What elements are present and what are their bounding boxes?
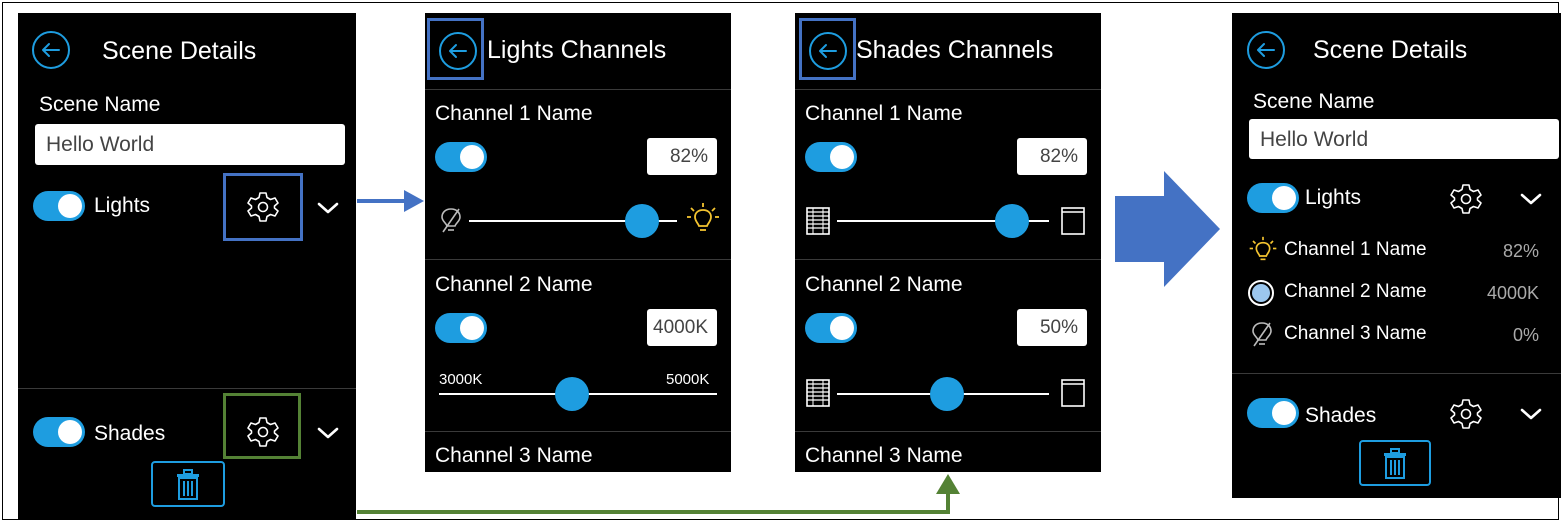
arrow-left-icon [1257,43,1275,57]
channel-toggle[interactable] [805,313,857,343]
page-title: Lights Channels [487,36,667,64]
scene-name-input[interactable]: Hello World [1249,119,1559,159]
channel-summary-value: 82% [1502,241,1539,261]
arrow-left-icon [42,43,60,57]
channel-summary-name: Channel 1 Name [1284,239,1427,260]
gear-icon[interactable] [1446,394,1486,434]
slider-min-label: 3000K [439,371,483,388]
delete-button[interactable] [151,461,225,507]
slider-max-label: 5000K [666,371,710,388]
channel-name: Channel 2 Name [435,273,593,296]
scene-details-panel: Scene Details Scene Name Hello World Lig… [18,13,356,520]
toggle-knob [1272,186,1296,210]
trash-icon [1384,448,1406,479]
scene-name-label: Scene Name [1253,90,1375,113]
divider [425,259,731,260]
lights-label: Lights [1305,186,1362,209]
shades-toggle[interactable] [33,417,85,447]
gear-icon[interactable] [1446,179,1486,219]
shades-label: Shades [94,422,166,445]
shade-open-icon [1061,207,1085,235]
shades-toggle[interactable] [1247,398,1299,428]
channel-toggle[interactable] [435,142,487,172]
channel-name: Channel 2 Name [805,273,963,296]
back-button[interactable] [1247,31,1285,69]
toggle-knob [460,145,484,169]
page-title: Scene Details [1313,36,1468,64]
divider [425,431,731,432]
slider-thumb[interactable] [625,204,659,238]
channel-summary-value: 4000K [1486,283,1539,303]
toggle-knob [830,145,854,169]
toggle-knob [1272,401,1296,425]
divider [18,388,356,389]
chevron-down-icon[interactable] [316,196,340,220]
channel-toggle[interactable] [805,142,857,172]
chevron-down-icon[interactable] [1519,402,1543,426]
channel-summary-value: 0% [1512,325,1539,345]
channel-name: Channel 1 Name [805,102,963,125]
delete-button[interactable] [1359,440,1431,486]
toggle-knob [830,316,854,340]
chevron-down-icon[interactable] [1519,187,1543,211]
divider [795,89,1101,90]
page-title: Scene Details [102,37,257,65]
lights-channels-panel: Lights Channels Channel 1 Name 82% Chann… [425,13,731,472]
channel-value[interactable]: 50% [1017,309,1087,346]
divider [795,259,1101,260]
back-button[interactable] [32,31,70,69]
scene-details-result-panel: Scene Details Scene Name Hello World Lig… [1232,13,1561,498]
shade-closed-icon [806,207,830,235]
bulb-off-icon [441,208,461,233]
slider-thumb[interactable] [555,377,589,411]
slider-thumb[interactable] [995,204,1029,238]
page-title: Shades Channels [856,36,1054,64]
channel-value[interactable]: 4000K [647,309,717,346]
channel-name: Channel 1 Name [435,102,593,125]
toggle-knob [58,194,82,218]
lights-toggle[interactable] [33,191,85,221]
scene-name-input[interactable]: Hello World [35,124,345,165]
channel-summary-name: Channel 2 Name [1284,281,1427,302]
scene-name-label: Scene Name [39,93,161,116]
divider [425,89,731,90]
shades-gear-highlight [223,393,301,459]
trash-icon [177,469,199,500]
shade-closed-icon [806,379,830,407]
channel-value[interactable]: 82% [1017,138,1087,175]
shades-label: Shades [1305,404,1377,427]
shade-open-icon [1061,379,1085,407]
channel-name: Channel 3 Name [805,444,963,467]
divider [795,431,1101,432]
channel-toggle[interactable] [435,313,487,343]
lights-toggle[interactable] [1247,183,1299,213]
channel-summary-name: Channel 3 Name [1284,323,1427,344]
slider-thumb[interactable] [930,377,964,411]
divider [1232,373,1561,374]
bulb-on-icon [687,203,719,231]
chevron-down-icon[interactable] [316,421,340,445]
lights-label: Lights [94,194,151,217]
shades-channels-panel: Shades Channels Channel 1 Name 82% Chann… [795,13,1101,472]
toggle-knob [58,420,82,444]
lights-gear-highlight [223,173,303,241]
channel-name: Channel 3 Name [435,444,593,467]
back-highlight [799,18,856,80]
back-highlight [427,18,484,80]
channel-value[interactable]: 82% [647,138,717,175]
toggle-knob [460,316,484,340]
color-temp-icon [1248,280,1274,306]
bulb-off-icon [1252,322,1272,347]
bulb-on-icon [1249,236,1277,261]
